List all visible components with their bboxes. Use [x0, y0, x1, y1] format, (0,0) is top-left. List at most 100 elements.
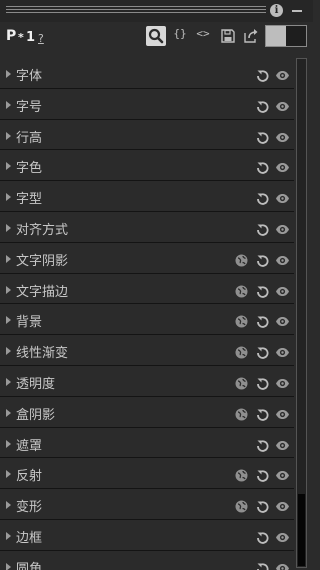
expand-arrow-icon[interactable]	[6, 193, 11, 202]
minimize-icon[interactable]	[292, 10, 302, 12]
globe-icon[interactable]	[235, 252, 248, 267]
property-row[interactable]: 字型	[0, 181, 294, 212]
reset-icon[interactable]	[256, 375, 269, 390]
property-label: 字号	[16, 99, 43, 115]
property-label: 字色	[16, 161, 43, 177]
reset-icon[interactable]	[256, 498, 269, 513]
property-label: 反射	[16, 469, 43, 485]
reset-icon[interactable]	[256, 529, 269, 544]
eye-icon[interactable]	[275, 129, 290, 142]
property-row[interactable]: 圆角	[0, 550, 294, 570]
expand-arrow-icon[interactable]	[6, 316, 11, 325]
code-button[interactable]: <>	[194, 27, 212, 45]
property-row[interactable]: 对齐方式	[0, 211, 294, 243]
expand-arrow-icon[interactable]	[6, 408, 11, 417]
expand-arrow-icon[interactable]	[6, 347, 11, 356]
view-toggle[interactable]	[265, 25, 307, 47]
eye-icon[interactable]	[275, 159, 290, 173]
eye-icon[interactable]	[275, 467, 290, 481]
reset-icon[interactable]	[256, 67, 269, 82]
globe-icon[interactable]	[235, 375, 248, 390]
save-button[interactable]	[219, 27, 237, 45]
globe-icon[interactable]	[235, 406, 248, 421]
property-row[interactable]: 变形	[0, 489, 294, 520]
reset-icon[interactable]	[256, 252, 269, 267]
reset-icon[interactable]	[256, 313, 269, 329]
property-row[interactable]: 盒阴影	[0, 396, 294, 428]
one-label[interactable]: 1	[26, 30, 35, 45]
expand-arrow-icon[interactable]	[6, 562, 11, 570]
eye-icon[interactable]	[275, 252, 290, 265]
eye-icon[interactable]	[275, 98, 290, 111]
eye-icon[interactable]	[275, 375, 290, 388]
eye-icon[interactable]	[275, 498, 290, 512]
eye-icon[interactable]	[275, 529, 290, 542]
expand-arrow-icon[interactable]	[6, 439, 11, 448]
expand-arrow-icon[interactable]	[6, 162, 11, 171]
expand-arrow-icon[interactable]	[6, 470, 11, 479]
eye-icon[interactable]	[275, 437, 290, 450]
property-row[interactable]: 反射	[0, 458, 294, 490]
property-row[interactable]: 字体	[0, 58, 294, 89]
globe-icon[interactable]	[235, 498, 248, 513]
search-icon	[148, 28, 164, 44]
property-row[interactable]: 遮罩	[0, 427, 294, 459]
globe-icon[interactable]	[235, 467, 248, 482]
reset-icon[interactable]	[256, 283, 269, 298]
property-label: 字型	[16, 192, 43, 208]
expand-arrow-icon[interactable]	[6, 70, 11, 78]
globe-icon[interactable]	[235, 344, 248, 359]
star-label[interactable]: *	[18, 31, 24, 44]
property-label: 线性渐变	[16, 346, 69, 362]
title-bar[interactable]: i	[0, 0, 313, 22]
globe-icon[interactable]	[235, 283, 248, 298]
property-row[interactable]: 行高	[0, 119, 294, 151]
globe-icon[interactable]	[235, 313, 248, 328]
expand-arrow-icon[interactable]	[6, 131, 11, 140]
expand-arrow-icon[interactable]	[6, 501, 11, 510]
property-row[interactable]: 字号	[0, 88, 294, 120]
p-label[interactable]: P	[6, 28, 16, 44]
eye-icon[interactable]	[275, 190, 290, 204]
reset-icon[interactable]	[256, 221, 269, 236]
eye-icon[interactable]	[275, 313, 290, 327]
reset-icon[interactable]	[256, 190, 269, 205]
eye-icon[interactable]	[275, 406, 290, 419]
expand-arrow-icon[interactable]	[6, 100, 11, 109]
scrollbar-thumb[interactable]	[298, 494, 305, 566]
export-icon	[244, 29, 258, 43]
property-row[interactable]: 文字阴影	[0, 242, 294, 274]
braces-button[interactable]: {}	[171, 27, 189, 45]
eye-icon[interactable]	[275, 67, 290, 80]
reset-icon[interactable]	[256, 129, 269, 144]
reset-icon[interactable]	[256, 159, 269, 175]
help-link[interactable]: ?	[38, 32, 44, 45]
export-button[interactable]	[242, 27, 260, 45]
eye-icon[interactable]	[275, 283, 290, 296]
eye-icon[interactable]	[275, 560, 290, 570]
reset-icon[interactable]	[256, 437, 269, 452]
expand-arrow-icon[interactable]	[6, 531, 11, 540]
reset-icon[interactable]	[256, 344, 269, 359]
expand-arrow-icon[interactable]	[6, 377, 11, 386]
code-icon: <>	[196, 27, 210, 40]
property-row[interactable]: 字色	[0, 150, 294, 182]
expand-arrow-icon[interactable]	[6, 223, 11, 232]
search-button[interactable]	[146, 26, 166, 46]
property-row[interactable]: 文字描边	[0, 273, 294, 305]
property-row[interactable]: 背景	[0, 304, 294, 336]
expand-arrow-icon[interactable]	[6, 285, 11, 294]
eye-icon[interactable]	[275, 221, 290, 234]
drag-handle[interactable]	[6, 6, 266, 15]
property-row[interactable]: 线性渐变	[0, 335, 294, 366]
property-row[interactable]: 边框	[0, 519, 294, 551]
reset-icon[interactable]	[256, 98, 269, 113]
reset-icon[interactable]	[256, 467, 269, 483]
property-row[interactable]: 透明度	[0, 365, 294, 397]
scrollbar[interactable]	[296, 58, 307, 568]
reset-icon[interactable]	[256, 560, 269, 570]
eye-icon[interactable]	[275, 344, 290, 358]
reset-icon[interactable]	[256, 406, 269, 421]
info-icon[interactable]: i	[270, 4, 283, 17]
expand-arrow-icon[interactable]	[6, 254, 11, 263]
